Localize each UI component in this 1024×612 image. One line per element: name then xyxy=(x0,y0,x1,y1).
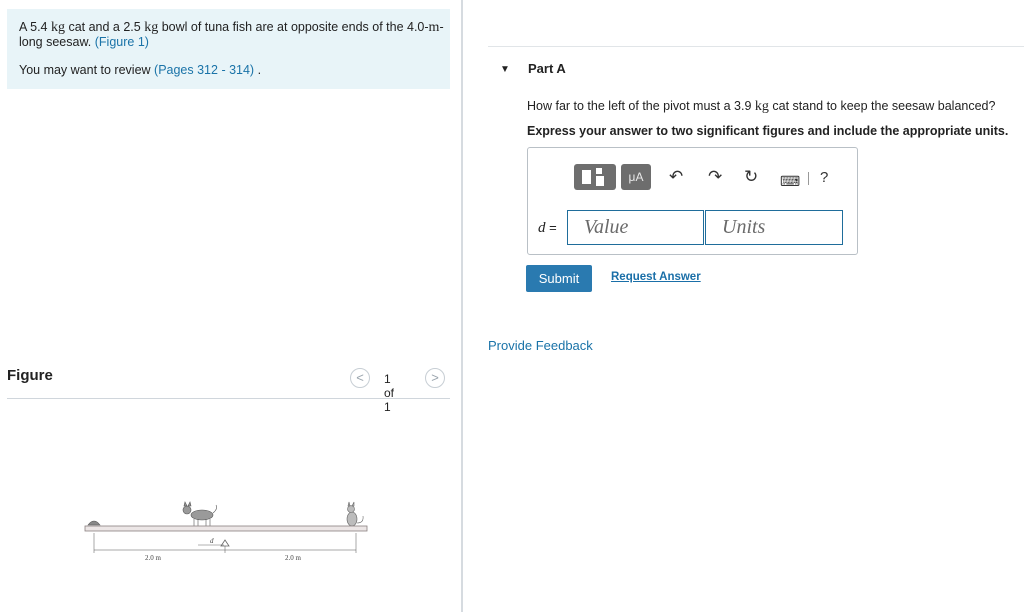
panel-divider xyxy=(461,0,463,612)
math-toolbar: μA ↶ ↷ ↻ ⌨ ? xyxy=(568,160,848,194)
divider xyxy=(7,398,450,399)
redo-icon[interactable]: ↷ xyxy=(708,168,722,186)
unit-m: m xyxy=(428,20,440,35)
provide-feedback-link[interactable]: Provide Feedback xyxy=(488,338,593,353)
toolbar-separator xyxy=(808,172,809,185)
figure-link[interactable]: (Figure 1) xyxy=(95,35,149,49)
seesaw-figure: d 2.0 m 2.0 m xyxy=(84,501,368,562)
question-part: cat stand to keep the seesaw balanced? xyxy=(768,99,996,113)
cat-icon xyxy=(182,501,217,527)
value-input[interactable] xyxy=(567,210,704,245)
review-pages-link[interactable]: (Pages 312 - 314) xyxy=(154,63,254,77)
question-text: How far to the left of the pivot must a … xyxy=(527,99,995,115)
figure-counter: 1 of 1 xyxy=(384,372,395,414)
problem-statement-box: A 5.4 kg cat and a 2.5 kg bowl of tuna f… xyxy=(7,9,450,89)
variable-label: d = xyxy=(538,220,557,237)
seesaw-plank xyxy=(84,525,368,532)
part-title[interactable]: Part A xyxy=(528,61,566,76)
review-text: You may want to review (Pages 312 - 314)… xyxy=(19,63,261,77)
request-answer-link[interactable]: Request Answer xyxy=(611,271,701,283)
problem-text-part: bowl of tuna fish are at opposite ends o… xyxy=(158,20,429,34)
problem-text-part: cat and a 2.5 xyxy=(64,20,141,34)
divider xyxy=(488,46,1024,47)
units-button[interactable]: μA xyxy=(621,164,651,190)
review-suffix: . xyxy=(254,63,262,77)
distance-label-d: d xyxy=(210,537,214,545)
previous-figure-button[interactable]: < xyxy=(350,368,370,388)
review-prefix: You may want to review xyxy=(19,63,155,77)
figure-title: Figure xyxy=(7,367,53,384)
submit-button[interactable]: Submit xyxy=(526,265,592,292)
templates-button[interactable] xyxy=(574,164,616,190)
keyboard-icon[interactable]: ⌨ xyxy=(780,172,800,190)
problem-text: A 5.4 kg cat and a 2.5 kg bowl of tuna f… xyxy=(19,20,444,50)
units-input[interactable] xyxy=(705,210,843,245)
dimension-label-right: 2.0 m xyxy=(285,554,302,562)
unit-kg: kg xyxy=(50,20,65,35)
equals-sign: = xyxy=(545,220,557,235)
collapse-caret-icon[interactable]: ▼ xyxy=(500,64,510,75)
unit-kg: kg xyxy=(754,99,769,114)
answer-box: μA ↶ ↷ ↻ ⌨ ? d = xyxy=(527,147,858,255)
next-figure-button[interactable]: > xyxy=(425,368,445,388)
variable-symbol: d xyxy=(538,220,546,236)
answer-instructions: Express your answer to two significant f… xyxy=(527,124,1009,138)
cat-icon xyxy=(346,501,364,527)
undo-icon[interactable]: ↶ xyxy=(669,168,683,186)
question-part: How far to the left of the pivot must a … xyxy=(527,99,752,113)
unit-kg: kg xyxy=(144,20,159,35)
help-icon[interactable]: ? xyxy=(820,169,828,187)
tuna-bowl-icon xyxy=(87,520,101,526)
dimension-label-left: 2.0 m xyxy=(145,554,162,562)
reset-icon[interactable]: ↻ xyxy=(744,168,758,186)
problem-text-part: A 5.4 xyxy=(19,20,48,34)
left-panel: A 5.4 kg cat and a 2.5 kg bowl of tuna f… xyxy=(0,0,462,612)
